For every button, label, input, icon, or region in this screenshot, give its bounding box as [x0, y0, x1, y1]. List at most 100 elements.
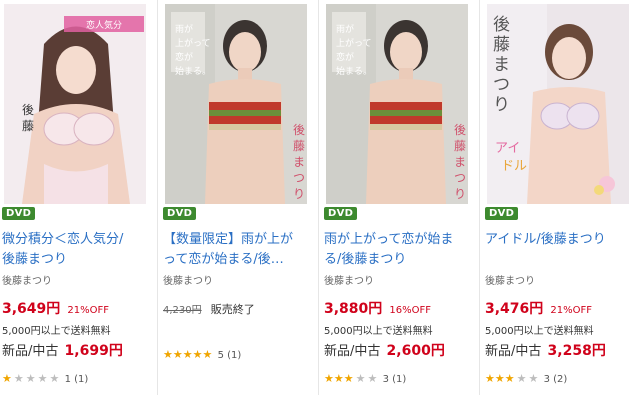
- star-icon: ★: [324, 372, 334, 385]
- used-label[interactable]: 新品/中古: [324, 344, 380, 359]
- star-rating: ★★★★★: [324, 372, 381, 385]
- svg-text:ま: ま: [293, 155, 305, 169]
- product-cover-image[interactable]: 雨が 上がって 恋が 始まる。 後 藤 ま つ り: [165, 4, 307, 204]
- review-count[interactable]: 1 (1): [65, 374, 89, 385]
- artist-name: 後藤まつり: [2, 276, 52, 287]
- review-count[interactable]: 3 (2): [544, 374, 568, 385]
- price-row: 3,649円 21%OFF: [2, 298, 109, 318]
- svg-text:藤: 藤: [22, 119, 34, 133]
- star-icon: ★: [333, 372, 344, 385]
- svg-text:ま: ま: [493, 55, 510, 75]
- product-cover-image[interactable]: 後 藤 ま つ り アイ ドル: [487, 4, 629, 204]
- title-line[interactable]: 微分積分＜恋人気分/: [2, 230, 152, 250]
- product-title-link[interactable]: 微分積分＜恋人気分/ 後藤まつり: [2, 230, 152, 270]
- title-line[interactable]: って恋が始まる/後…: [163, 250, 313, 270]
- svg-text:上がって: 上がって: [175, 37, 211, 49]
- product-title-link[interactable]: 雨が上がって恋が始ま る/後藤まつり: [324, 230, 474, 270]
- column-divider: [318, 0, 319, 395]
- star-icon: ★: [202, 348, 213, 361]
- star-icon: ★: [49, 372, 60, 385]
- used-price[interactable]: 3,258円: [548, 343, 606, 359]
- star-icon: ★: [504, 372, 515, 385]
- shipping-note: 5,000円以上で送料無料: [324, 326, 433, 337]
- star-icon: ★: [343, 372, 354, 385]
- discount-label: 16%OFF: [389, 305, 431, 316]
- used-price-row[interactable]: 新品/中古 2,600円: [324, 340, 445, 360]
- product-title-link[interactable]: アイドル/後藤まつり: [485, 230, 635, 250]
- svg-text:後: 後: [293, 123, 305, 137]
- sale-price: 3,649円: [2, 301, 61, 317]
- shipping-note: 5,000円以上で送料無料: [485, 326, 594, 337]
- svg-text:り: り: [454, 187, 466, 201]
- product-grid: 恋人気分 後 藤 DVD 微分積分＜恋人気分/ 後藤まつり 後藤まつり 3,64…: [0, 0, 636, 395]
- rating[interactable]: ★★★★★ 5 (1): [163, 348, 241, 361]
- format-badge: DVD: [324, 207, 358, 220]
- svg-text:つ: つ: [454, 171, 466, 185]
- used-price[interactable]: 2,600円: [387, 343, 445, 359]
- rating[interactable]: ★★★ ★ ★ 3 (1): [324, 372, 406, 385]
- product-cover-image[interactable]: 雨が 上がって 恋が 始まる。 後 藤 ま つ り: [326, 4, 468, 204]
- star-icon: ★: [2, 372, 12, 385]
- svg-text:恋人気分: 恋人気分: [86, 19, 122, 31]
- sale-price: 3,880円: [324, 301, 383, 317]
- svg-text:恋が: 恋が: [336, 51, 354, 63]
- star-rating: ★★★★★: [485, 372, 542, 385]
- used-price-row[interactable]: 新品/中古 3,258円: [485, 340, 606, 360]
- svg-text:雨が: 雨が: [336, 23, 354, 35]
- svg-text:り: り: [493, 95, 510, 115]
- product-card[interactable]: 雨が 上がって 恋が 始まる。 後 藤 ま つ り DVD 雨が上がって恋が始ま…: [322, 0, 478, 395]
- star-icon: ★: [37, 372, 48, 385]
- svg-text:始まる。: 始まる。: [175, 65, 211, 77]
- used-label[interactable]: 新品/中古: [2, 344, 58, 359]
- svg-text:ま: ま: [454, 155, 466, 169]
- title-line[interactable]: 雨が上がって恋が始ま: [324, 230, 474, 250]
- svg-text:つ: つ: [293, 171, 305, 185]
- svg-text:り: り: [293, 187, 305, 201]
- rating[interactable]: ★ ★ ★ ★ ★ 1 (1): [2, 372, 88, 385]
- star-icon: ★: [163, 348, 173, 361]
- product-cover-image[interactable]: 恋人気分 後 藤: [4, 4, 146, 204]
- star-icon: ★: [355, 372, 366, 385]
- sold-out-label: 販売終了: [210, 303, 255, 316]
- svg-text:藤: 藤: [454, 139, 466, 153]
- title-line[interactable]: 後藤まつり: [2, 250, 152, 270]
- star-rating: ★★★★★: [2, 372, 63, 385]
- svg-text:後: 後: [22, 103, 34, 117]
- rating[interactable]: ★★★ ★ ★ 3 (2): [485, 372, 567, 385]
- sale-price: 3,476円: [485, 301, 544, 317]
- star-icon: ★: [182, 348, 193, 361]
- svg-text:ドル: ドル: [501, 159, 527, 174]
- star-icon: ★: [25, 372, 36, 385]
- star-icon: ★: [13, 372, 24, 385]
- title-line[interactable]: る/後藤まつり: [324, 250, 474, 270]
- star-icon: ★: [516, 372, 527, 385]
- star-icon: ★: [485, 372, 495, 385]
- svg-text:藤: 藤: [493, 35, 510, 55]
- star-icon: ★: [367, 372, 378, 385]
- used-price-row[interactable]: 新品/中古 1,699円: [2, 340, 123, 360]
- product-card[interactable]: 後 藤 ま つ り アイ ドル DVD アイドル/後藤まつり 後藤まつり 3,4…: [483, 0, 636, 395]
- star-icon: ★: [494, 372, 505, 385]
- product-title-link[interactable]: 【数量限定】雨が上が って恋が始まる/後…: [163, 230, 313, 270]
- review-count[interactable]: 5 (1): [218, 350, 242, 361]
- title-line[interactable]: 【数量限定】雨が上が: [163, 230, 313, 250]
- used-label[interactable]: 新品/中古: [485, 344, 541, 359]
- star-icon: ★: [172, 348, 183, 361]
- svg-text:始まる。: 始まる。: [336, 65, 372, 77]
- product-card[interactable]: 雨が 上がって 恋が 始まる。 後 藤 ま つ り DVD 【数量限定】雨が上が…: [161, 0, 317, 395]
- product-card[interactable]: 恋人気分 後 藤 DVD 微分積分＜恋人気分/ 後藤まつり 後藤まつり 3,64…: [0, 0, 156, 395]
- discount-label: 21%OFF: [550, 305, 592, 316]
- title-line[interactable]: アイドル/後藤まつり: [485, 230, 635, 250]
- star-rating: ★★★★★: [163, 348, 216, 361]
- svg-text:つ: つ: [493, 75, 510, 95]
- svg-text:後: 後: [493, 15, 510, 35]
- used-price[interactable]: 1,699円: [65, 343, 123, 359]
- svg-text:藤: 藤: [293, 139, 305, 153]
- price-row: 3,476円 21%OFF: [485, 298, 592, 318]
- svg-text:後: 後: [454, 123, 466, 137]
- shipping-note: 5,000円以上で送料無料: [2, 326, 111, 337]
- review-count[interactable]: 3 (1): [383, 374, 407, 385]
- svg-text:恋が: 恋が: [175, 51, 193, 63]
- format-badge: DVD: [485, 207, 519, 220]
- price-row: 4,230円 販売終了: [163, 298, 255, 317]
